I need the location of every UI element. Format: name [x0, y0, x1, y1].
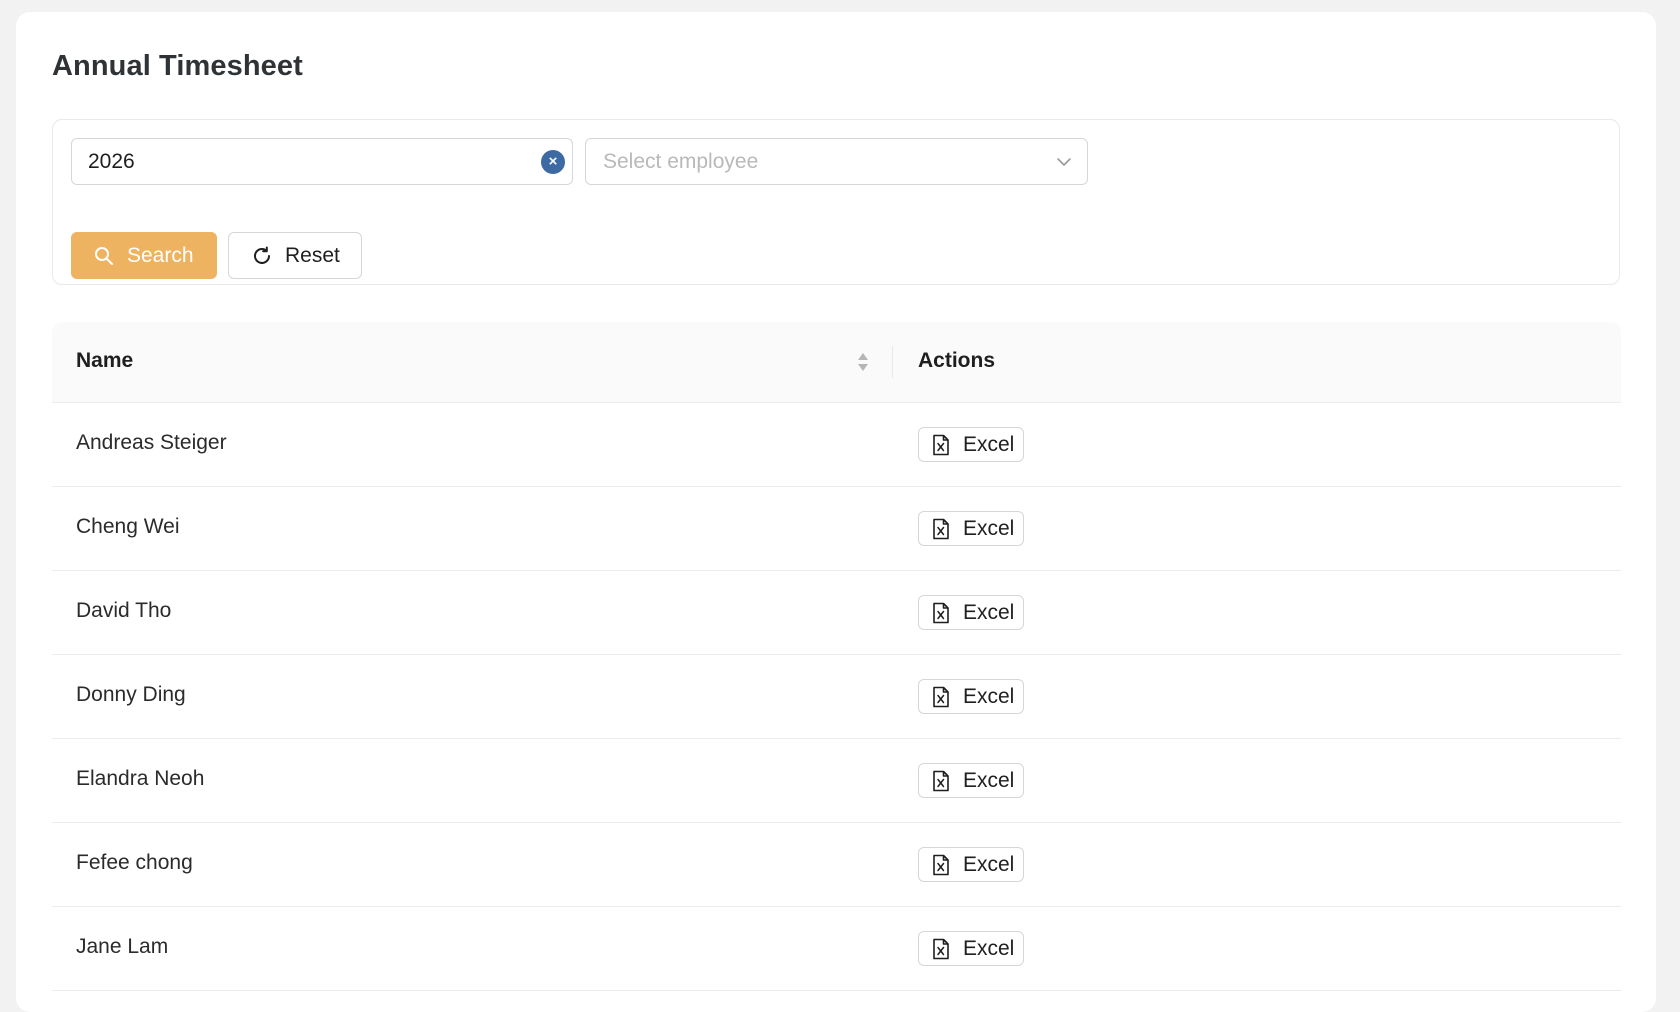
- reset-button[interactable]: Reset: [228, 232, 362, 279]
- sort-icon[interactable]: [856, 351, 870, 373]
- table-row: Cheng Wei Excel: [52, 487, 1621, 571]
- excel-export-button[interactable]: Excel: [918, 847, 1024, 882]
- excel-file-icon: [933, 854, 949, 875]
- excel-button-label: Excel: [963, 516, 1015, 540]
- employee-table: Name Actions Andreas Steiger Excel Cheng…: [52, 322, 1621, 991]
- table-row: Fefee chong Excel: [52, 823, 1621, 907]
- employee-name: Fefee chong: [76, 851, 193, 874]
- excel-button-label: Excel: [963, 600, 1015, 624]
- employee-name: Elandra Neoh: [76, 767, 205, 790]
- excel-file-icon: [933, 686, 949, 707]
- excel-button-label: Excel: [963, 768, 1015, 792]
- year-value: 2026: [88, 149, 135, 173]
- excel-button-label: Excel: [963, 852, 1015, 876]
- refresh-icon: [254, 246, 270, 264]
- table-body: Andreas Steiger Excel Cheng Wei Excel Da…: [52, 403, 1621, 991]
- employee-name: Jane Lam: [76, 935, 169, 958]
- employee-placeholder: Select employee: [603, 149, 759, 173]
- employee-name: Donny Ding: [76, 683, 186, 706]
- search-button[interactable]: Search: [71, 232, 217, 279]
- table-row: David Tho Excel: [52, 571, 1621, 655]
- excel-export-button[interactable]: Excel: [918, 763, 1024, 798]
- excel-export-button[interactable]: Excel: [918, 511, 1024, 546]
- close-circle-icon[interactable]: ×: [541, 150, 565, 174]
- search-button-label: Search: [127, 243, 194, 267]
- column-header-actions: Actions: [918, 349, 996, 372]
- table-row: Jane Lam Excel: [52, 907, 1621, 991]
- column-divider: [892, 346, 893, 378]
- search-icon: [95, 246, 113, 265]
- table-header: Name Actions: [52, 322, 1621, 403]
- page-title: Annual Timesheet: [52, 50, 303, 82]
- year-picker[interactable]: 2026 ×: [71, 138, 573, 185]
- excel-button-label: Excel: [963, 432, 1015, 456]
- employee-select[interactable]: Select employee: [585, 138, 1088, 185]
- excel-file-icon: [933, 434, 949, 455]
- table-row: Elandra Neoh Excel: [52, 739, 1621, 823]
- excel-export-button[interactable]: Excel: [918, 931, 1024, 966]
- excel-button-label: Excel: [963, 684, 1015, 708]
- excel-export-button[interactable]: Excel: [918, 595, 1024, 630]
- table-row: Andreas Steiger Excel: [52, 403, 1621, 487]
- excel-file-icon: [933, 770, 949, 791]
- excel-export-button[interactable]: Excel: [918, 679, 1024, 714]
- excel-file-icon: [933, 518, 949, 539]
- employee-name: David Tho: [76, 599, 172, 622]
- excel-file-icon: [933, 938, 949, 959]
- timesheet-card: Annual Timesheet 2026 × Select employee …: [16, 12, 1656, 1012]
- table-row: Donny Ding Excel: [52, 655, 1621, 739]
- excel-file-icon: [933, 602, 949, 623]
- filter-panel: 2026 × Select employee Search Reset: [52, 119, 1620, 285]
- column-header-name[interactable]: Name: [76, 349, 133, 373]
- chevron-down-icon: [1057, 158, 1071, 166]
- employee-name: Andreas Steiger: [76, 431, 227, 454]
- reset-button-label: Reset: [285, 243, 340, 267]
- employee-name: Cheng Wei: [76, 515, 180, 538]
- excel-button-label: Excel: [963, 936, 1015, 960]
- excel-export-button[interactable]: Excel: [918, 427, 1024, 462]
